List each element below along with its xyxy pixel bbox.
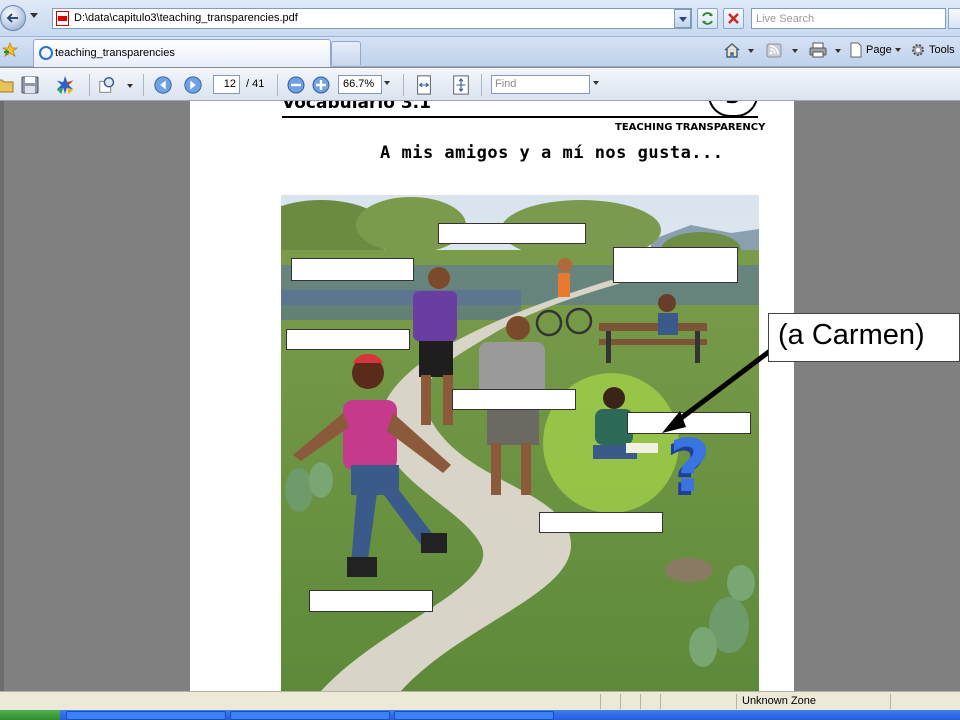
address-dropdown-button[interactable] (674, 9, 691, 28)
pdf-toolbar: 12 / 41 66.7% Find (0, 68, 960, 101)
zoom-dropdown[interactable] (384, 81, 390, 85)
search-input[interactable]: Live Search (751, 8, 946, 29)
toolbar-separator (481, 74, 482, 96)
toolbar-separator (89, 74, 90, 96)
find-input[interactable]: Find (491, 75, 590, 94)
section-title: Vocabulario 3.1 (282, 101, 431, 113)
blank-label-2[interactable] (291, 258, 414, 281)
page-menu-label: Page (866, 44, 892, 56)
back-button[interactable] (0, 5, 26, 31)
home-icon[interactable] (723, 42, 741, 58)
page-number-input[interactable]: 12 (213, 75, 240, 94)
find-dropdown[interactable] (593, 81, 599, 85)
ie-page-icon (39, 46, 53, 60)
blank-label-4[interactable] (286, 329, 410, 350)
status-divider (600, 694, 601, 709)
address-text: D:\data\capitulo3\teaching_transparencie… (74, 12, 298, 24)
chapter-badge: 3 (708, 101, 758, 117)
toolbar-separator (143, 74, 144, 96)
tools-menu-label: Tools (929, 44, 955, 56)
page-total: / 41 (246, 78, 265, 90)
adobe-online-icon[interactable] (55, 75, 75, 95)
taskbar-window-1[interactable] (66, 711, 226, 720)
search-button[interactable] (948, 8, 960, 29)
page-menu-caret (894, 48, 901, 52)
status-divider (736, 694, 737, 709)
status-divider (890, 694, 891, 709)
stop-icon (728, 13, 739, 24)
page-menu-button[interactable]: Page (849, 41, 901, 59)
tab-label: teaching_transparencies (55, 47, 175, 59)
gear-icon (912, 44, 924, 56)
page-icon (850, 42, 862, 58)
home-dropdown[interactable] (748, 49, 754, 53)
fit-page-icon[interactable] (451, 75, 471, 95)
search-document-icon[interactable] (98, 75, 118, 95)
status-divider (640, 694, 641, 709)
feeds-icon[interactable] (766, 43, 782, 58)
taskbar-window-3[interactable] (394, 711, 554, 720)
search-placeholder: Live Search (756, 13, 815, 25)
page-heading: A mis amigos y a mí nos gusta... (380, 143, 724, 163)
blank-label-3[interactable] (613, 247, 738, 283)
status-divider (620, 694, 621, 709)
address-field[interactable]: D:\data\capitulo3\teaching_transparencie… (52, 8, 692, 29)
next-page-icon[interactable] (183, 75, 203, 95)
back-arrow-icon (6, 13, 18, 23)
add-favorites-icon[interactable] (2, 42, 18, 58)
taskbar-window-2[interactable] (230, 711, 390, 720)
status-divider (660, 694, 661, 709)
blank-label-8[interactable] (309, 590, 433, 612)
zoom-out-icon[interactable] (286, 75, 306, 95)
document-viewport[interactable]: Vocabulario 3.1 3 TEACHING TRANSPARENCY … (0, 101, 960, 691)
tab-row: teaching_transparencies Page Tools (0, 37, 960, 67)
pdf-file-icon (56, 11, 69, 26)
callout-box: (a Carmen) (768, 313, 960, 362)
new-tab-button[interactable] (331, 41, 361, 65)
zoom-level-input[interactable]: 66.7% (338, 75, 382, 94)
previous-page-icon[interactable] (153, 75, 173, 95)
toolbar-separator (277, 74, 278, 96)
print-dropdown[interactable] (835, 49, 841, 53)
refresh-button[interactable] (697, 8, 718, 29)
address-bar-row: D:\data\capitulo3\teaching_transparencie… (0, 0, 960, 37)
taskbar (0, 710, 960, 720)
fit-width-icon[interactable] (414, 75, 434, 95)
save-icon[interactable] (20, 75, 40, 95)
security-zone: Unknown Zone (742, 695, 816, 707)
tools-menu-button[interactable]: Tools (910, 41, 955, 59)
status-bar: Unknown Zone (0, 691, 960, 710)
feeds-dropdown[interactable] (792, 49, 798, 53)
print-icon[interactable] (809, 42, 827, 58)
callout-arrow (662, 349, 772, 433)
recent-pages-dropdown[interactable] (30, 13, 38, 18)
title-rule (282, 116, 758, 118)
blank-label-1[interactable] (438, 223, 586, 244)
tab-teaching-transparencies[interactable]: teaching_transparencies (33, 39, 331, 67)
search-dropdown[interactable] (127, 84, 133, 88)
blank-label-5[interactable] (452, 389, 576, 410)
navigation-pane-edge[interactable] (0, 101, 4, 691)
park-illustration: ? ? (281, 195, 759, 691)
transparency-label: TEACHING TRANSPARENCY (615, 122, 766, 133)
refresh-icon (702, 12, 713, 25)
blank-label-7[interactable] (539, 512, 663, 533)
stop-button[interactable] (723, 8, 744, 29)
open-folder-icon[interactable] (0, 75, 14, 95)
zoom-in-icon[interactable] (311, 75, 331, 95)
start-button[interactable] (0, 710, 60, 720)
toolbar-separator (403, 74, 404, 96)
